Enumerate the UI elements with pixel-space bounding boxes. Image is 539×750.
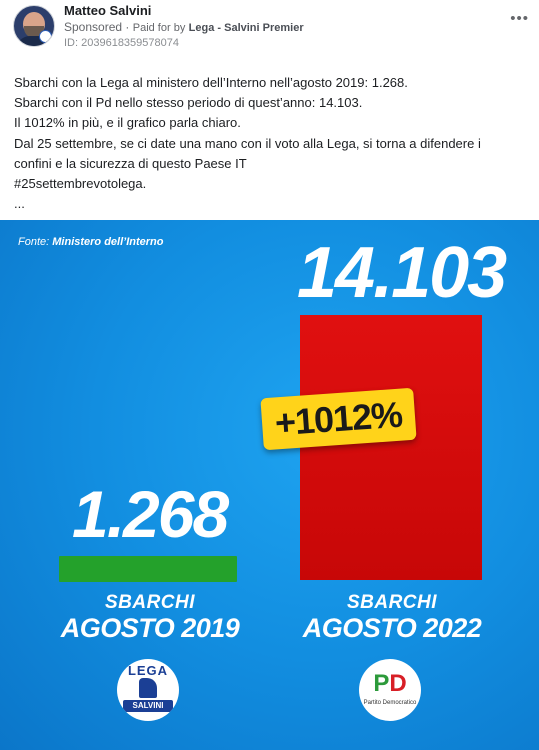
label-2022-line2: AGOSTO 2022 [302,613,482,643]
sponsored-label: Sponsored [64,20,123,34]
warrior-icon [139,678,157,698]
label-2019-line1: SBARCHI [104,592,196,613]
caption-hashtag[interactable]: #25settembrevotolega. [14,174,526,194]
caption-see-more[interactable]: ... [14,194,526,214]
source-value: Ministero dell’Interno [52,236,164,248]
ad-image[interactable]: Fonte: Ministero dell’Interno 14.103 +10… [0,220,539,750]
caption-line: Sbarchi con la Lega al ministero dell’In… [14,75,408,90]
author-name[interactable]: Matteo Salvini [64,3,151,18]
post-caption: Sbarchi con la Lega al ministero dell’In… [14,73,526,214]
caption-line: confini e la sicurezza di questo Paese I… [14,155,247,171]
pd-logo-subtitle: Partito Democratico [363,700,417,706]
pd-logo: PD Partito Democratico [359,659,421,721]
post-meta: Sponsored · Paid for by Lega - Salvini P… [64,20,304,34]
pd-logo-p: P [373,670,390,697]
avatar-badge-icon [39,30,52,43]
value-2022: 14.103 [297,233,507,313]
caption-line: Il 1012% in più, e il grafico parla chia… [14,115,241,131]
caption-line: Dal 25 settembre, se ci date una mano co… [14,135,481,151]
bar-2022 [300,315,482,580]
lega-logo: LEGA SALVINI [117,659,179,721]
meta-separator: · [125,20,133,34]
avatar[interactable] [13,5,55,47]
label-2022: SBARCHI AGOSTO 2022 [283,592,501,643]
pd-logo-letters: PD [359,671,421,697]
lega-logo-bottom-text: SALVINI [123,700,173,712]
more-options-icon[interactable]: ••• [510,10,529,27]
label-2019-line2: AGOSTO 2019 [60,613,240,643]
source-note: Fonte: Ministero dell’Interno [18,236,163,248]
caption-line: Sbarchi con il Pd nello stesso periodo d… [14,95,363,111]
label-2019: SBARCHI AGOSTO 2019 [45,592,255,643]
label-2022-line1: SBARCHI [346,592,438,613]
post-header: Matteo Salvini Sponsored · Paid for by L… [0,0,539,60]
ad-id: ID: 2039618359578074 [64,37,179,49]
lega-logo-top-text: LEGA [127,663,169,678]
increase-badge-text: +1012% [273,393,404,444]
source-label: Fonte: [18,236,50,248]
increase-badge: +1012% [260,387,417,451]
paid-for-page-link[interactable]: Lega - Salvini Premier [189,22,304,34]
bar-2019 [59,556,237,582]
pd-logo-d: D [389,670,407,697]
paid-for-label: Paid for by [132,22,186,34]
value-2019: 1.268 [72,477,229,551]
